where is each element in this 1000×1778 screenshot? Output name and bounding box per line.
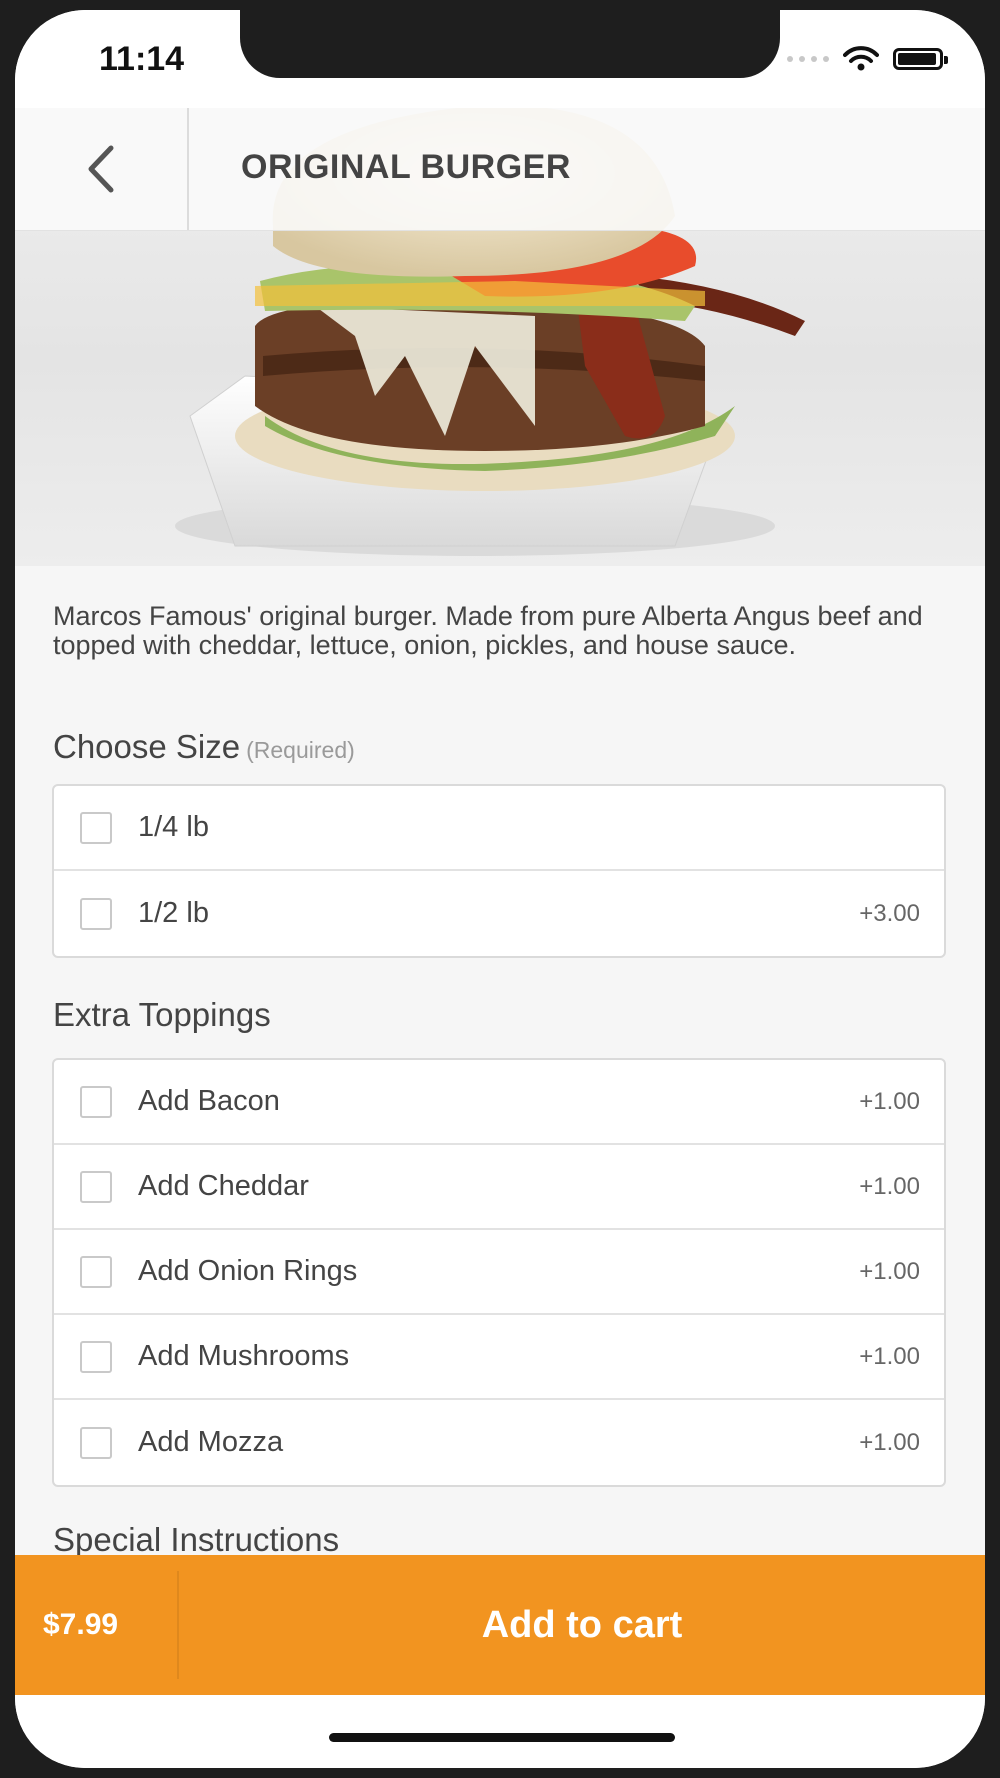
status-bar: 11:14: [15, 10, 985, 108]
option-label: Add Bacon: [138, 1085, 280, 1117]
home-indicator[interactable]: [329, 1733, 675, 1742]
checkbox[interactable]: [80, 811, 112, 844]
option-price: +1.00: [859, 1257, 920, 1285]
extra-toppings-title: Extra Toppings: [53, 996, 271, 1033]
option-label: Add Mushrooms: [138, 1340, 350, 1372]
topping-option[interactable]: Add Cheddar +1.00: [54, 1145, 944, 1230]
phone-screen: 11:14 ORIGINAL BURGER Marcos Famous' ori…: [15, 10, 985, 1768]
home-indicator-area: [15, 1695, 985, 1768]
option-price: +1.00: [859, 1428, 920, 1456]
option-label: 1/4 lb: [138, 811, 209, 843]
add-to-cart-button[interactable]: Add to cart: [179, 1555, 985, 1695]
topping-option[interactable]: Add Onion Rings +1.00: [54, 1230, 944, 1315]
checkbox[interactable]: [80, 1085, 112, 1118]
size-option[interactable]: 1/2 lb +3.00: [54, 871, 944, 956]
total-price: $7.99: [43, 1608, 119, 1641]
battery-icon: [893, 48, 948, 70]
topping-option[interactable]: Add Mushrooms +1.00: [54, 1315, 944, 1400]
required-label: (Required): [246, 737, 355, 763]
page-title: ORIGINAL BURGER: [241, 148, 571, 186]
option-label: Add Onion Rings: [138, 1255, 358, 1287]
option-label: 1/2 lb: [138, 897, 209, 929]
toppings-option-list: Add Bacon +1.00 Add Cheddar +1.00 Add On…: [52, 1058, 946, 1487]
wifi-icon: [843, 46, 879, 71]
option-price: +1.00: [859, 1342, 920, 1370]
topping-option[interactable]: Add Bacon +1.00: [54, 1060, 944, 1145]
choose-size-title: Choose Size (Required): [53, 728, 355, 766]
checkbox[interactable]: [80, 897, 112, 930]
option-label: Add Cheddar: [138, 1170, 309, 1202]
option-price: +3.00: [859, 899, 920, 927]
chevron-left-icon: [88, 145, 114, 193]
status-icons: [787, 46, 948, 72]
product-description: Marcos Famous' original burger. Made fro…: [53, 601, 923, 660]
checkbox[interactable]: [80, 1340, 112, 1373]
option-label: Add Mozza: [138, 1426, 284, 1458]
cart-bar: $7.99 Add to cart: [15, 1555, 985, 1695]
checkbox[interactable]: [80, 1255, 112, 1288]
signal-icon: [787, 56, 829, 62]
checkbox[interactable]: [80, 1170, 112, 1203]
top-navigation-bar: ORIGINAL BURGER: [15, 108, 985, 231]
size-option-list: 1/4 lb 1/2 lb +3.00: [52, 784, 946, 958]
back-button[interactable]: [15, 108, 189, 230]
choose-size-label: Choose Size: [53, 728, 241, 765]
option-price: +1.00: [859, 1087, 920, 1115]
size-option[interactable]: 1/4 lb: [54, 786, 944, 871]
topping-option[interactable]: Add Mozza +1.00: [54, 1400, 944, 1485]
option-price: +1.00: [859, 1172, 920, 1200]
status-time: 11:14: [99, 40, 185, 78]
checkbox[interactable]: [80, 1426, 112, 1459]
special-instructions-title: Special Instructions: [53, 1521, 340, 1558]
notch: [240, 10, 780, 78]
